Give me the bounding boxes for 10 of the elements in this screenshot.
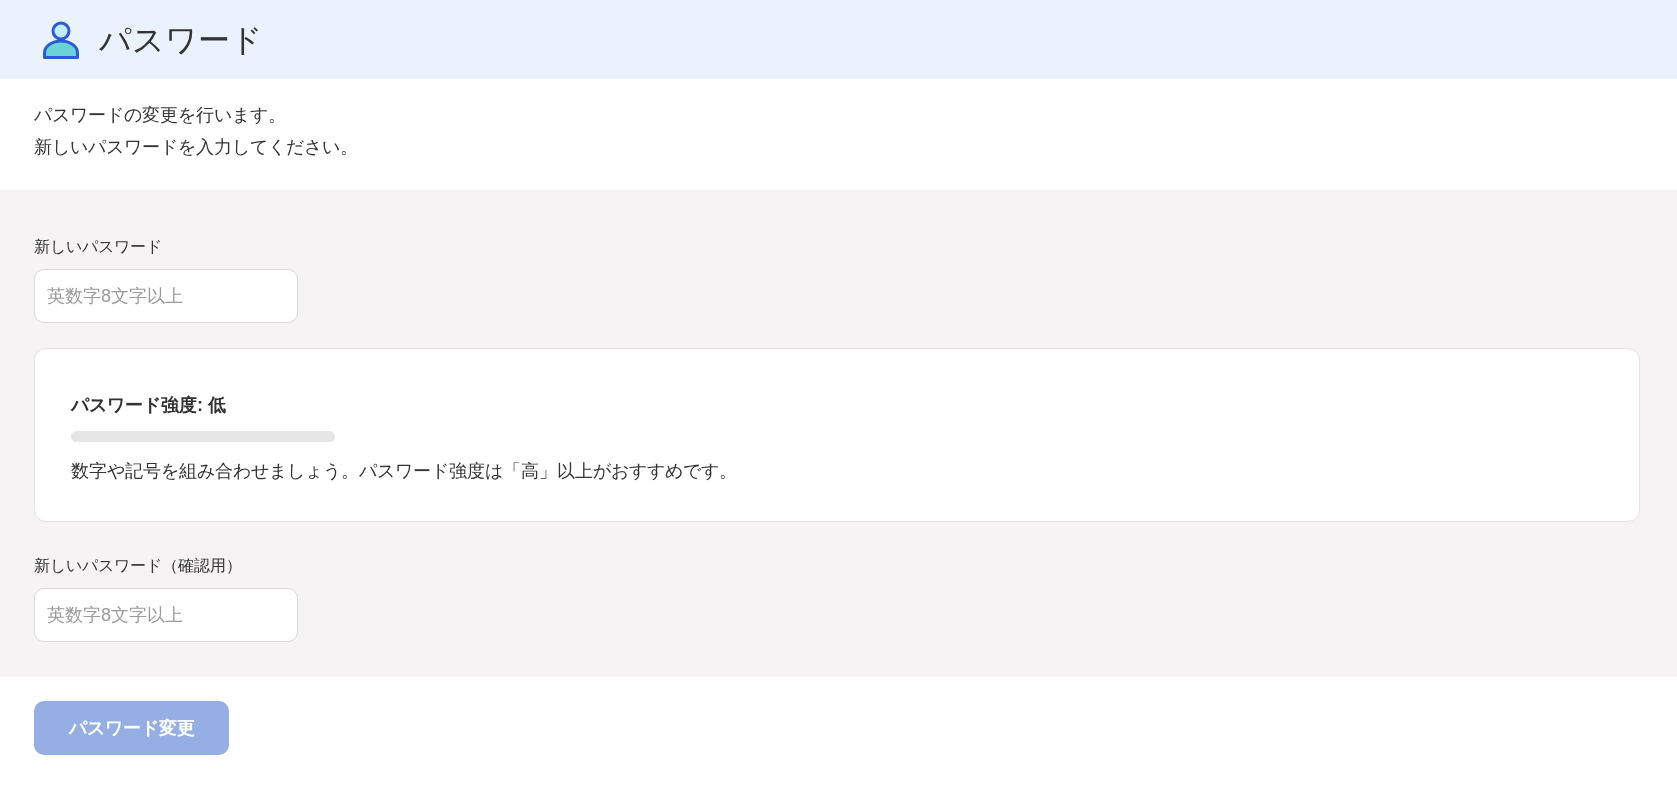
strength-hint: 数字や記号を組み合わせましょう。パスワード強度は「高」以上がおすすめです。 [71,460,737,483]
password-input[interactable]: 英数字8文字以上 [34,269,298,323]
field-label: 新しいパスワード [34,237,162,257]
intro-text: 新しいパスワードを入力してください。 [34,136,358,159]
password-input[interactable]: 英数字8文字以上 [34,588,298,642]
user-icon [43,20,79,59]
strength-title: パスワード強度: 低 [71,394,226,417]
page-title: パスワード [99,20,263,60]
intro-text: パスワードの変更を行います。 [34,104,286,127]
field-label: 新しいパスワード（確認用） [34,556,242,576]
